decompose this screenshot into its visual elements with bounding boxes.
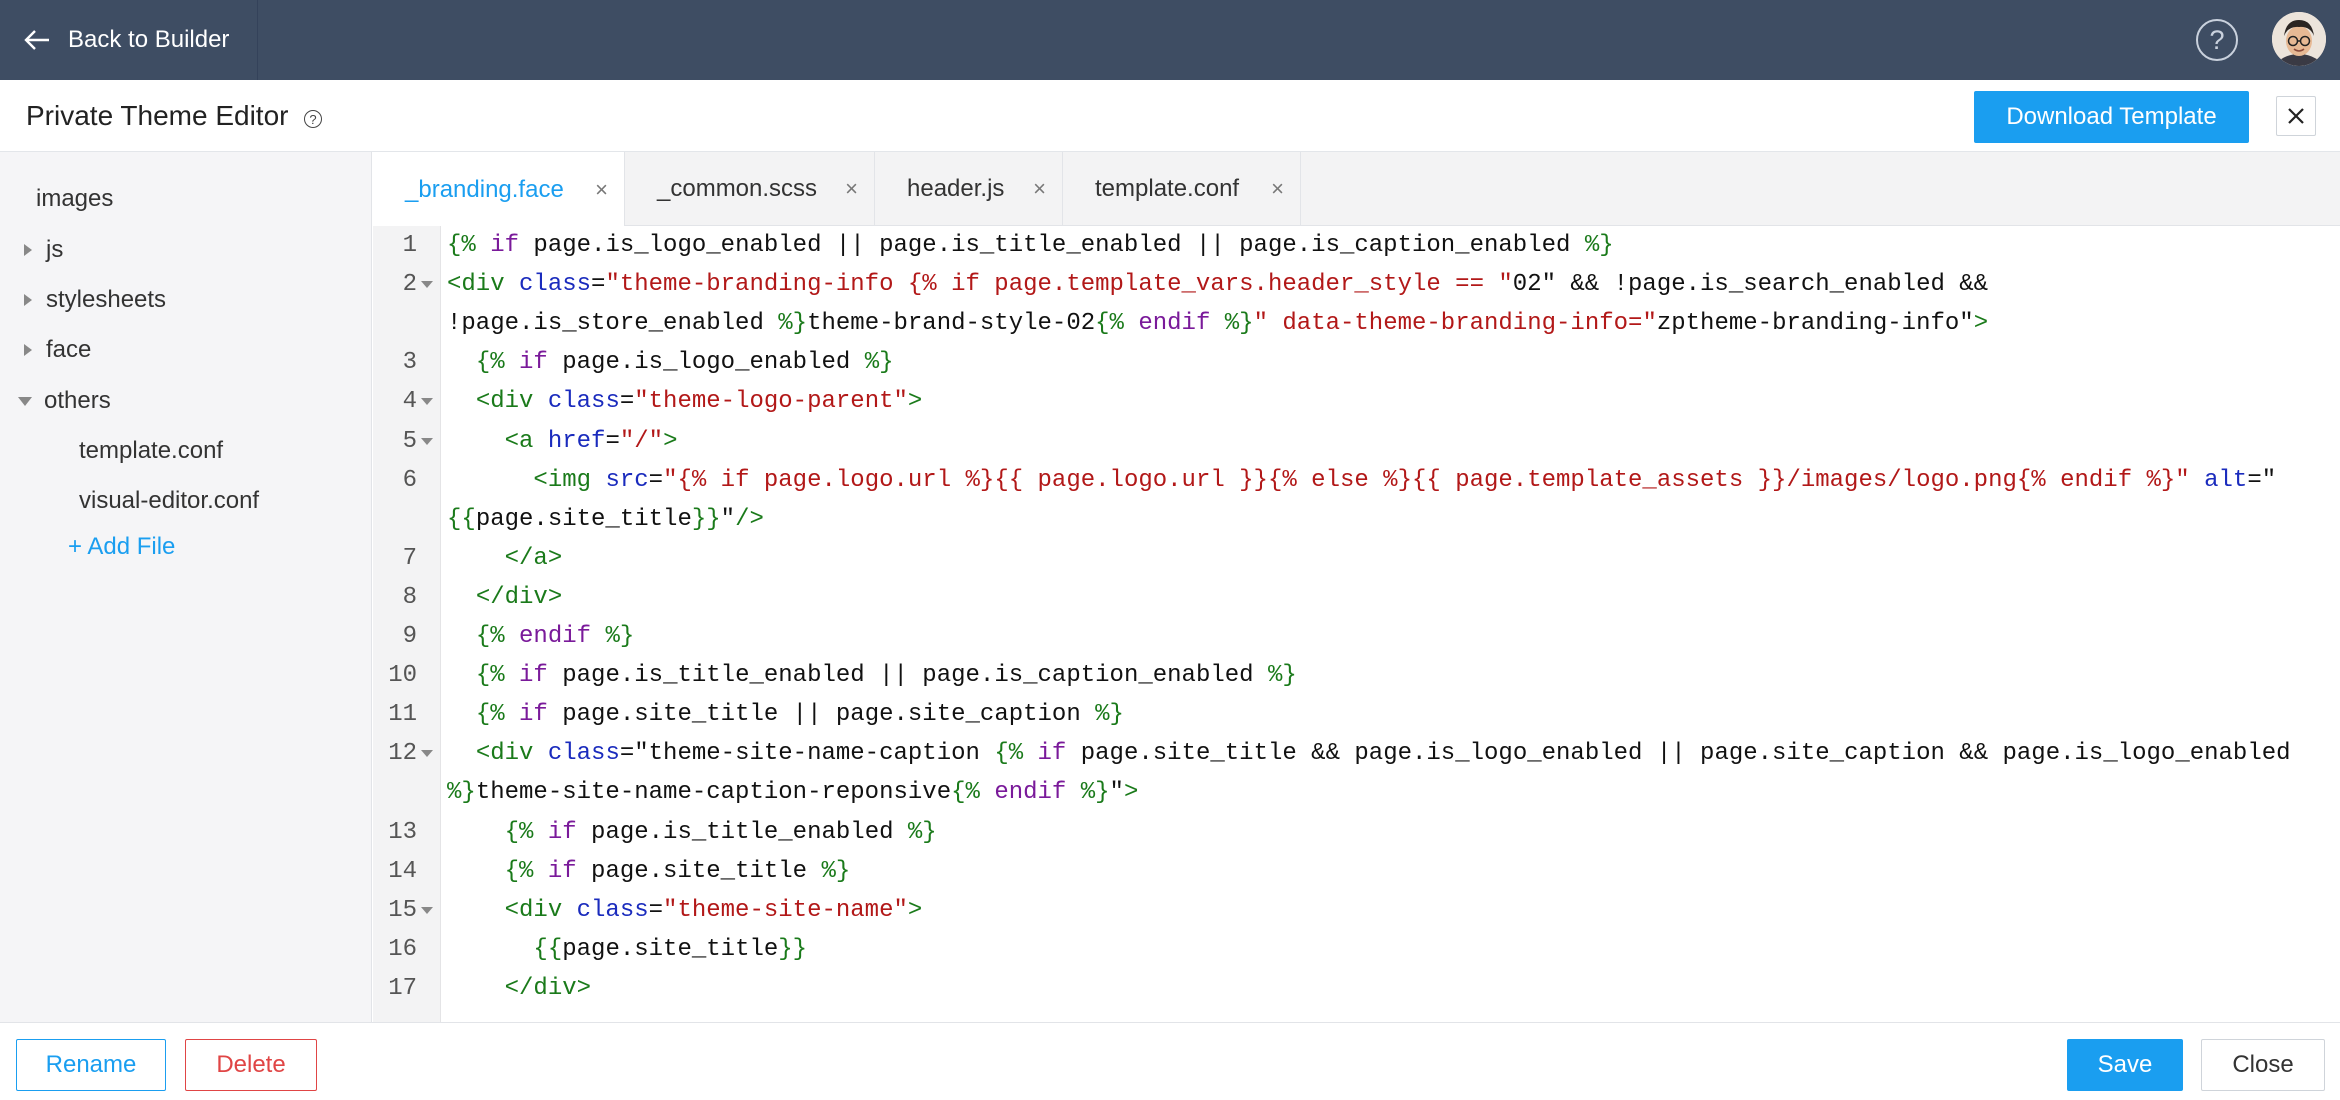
top-bar: Back to Builder ? (0, 0, 2340, 80)
tree-item-label: images (36, 185, 114, 212)
close-tab-icon[interactable]: × (845, 176, 858, 202)
line-number: 6 (402, 466, 417, 494)
fold-toggle-icon[interactable] (421, 750, 433, 758)
line-number: 17 (388, 974, 417, 1002)
code-text: <div class="theme-branding-info {% if pa… (447, 271, 1989, 299)
tab-header-js[interactable]: header.js × (875, 152, 1063, 226)
tab-label: _branding.face (405, 175, 564, 203)
fold-toggle-icon[interactable] (421, 398, 433, 406)
file-tree-sidebar: images js stylesheets face others templa… (0, 152, 372, 1022)
tree-folder-others[interactable]: others (18, 387, 111, 415)
back-to-builder-label: Back to Builder (68, 26, 230, 53)
line-number: 4 (402, 388, 417, 416)
line-number: 7 (402, 544, 417, 572)
editor-tabs: _branding.face × _common.scss × header.j… (373, 152, 2340, 227)
code-text: <a href="/"> (504, 427, 678, 455)
tree-file-visual-editor-conf[interactable]: visual-editor.conf (79, 487, 259, 515)
tree-item-label: visual-editor.conf (79, 487, 260, 514)
fold-toggle-icon[interactable] (421, 281, 433, 289)
line-number: 10 (388, 662, 417, 690)
code-text: {% if page.is_logo_enabled %} (475, 349, 894, 377)
code-text: </a> (504, 544, 563, 572)
caret-right-icon[interactable] (24, 294, 32, 306)
caret-right-icon[interactable] (24, 344, 32, 356)
line-number: 9 (402, 623, 417, 650)
line-number: 14 (388, 857, 417, 885)
code-text: {% if page.site_title || page.site_capti… (475, 701, 1124, 729)
code-editor[interactable]: 1 {% if page.is_logo_enabled || page.is_t… (373, 226, 2340, 1022)
tree-file-template-conf[interactable]: template.conf (79, 437, 223, 465)
code-text: {{page.site_title}}"/> (447, 505, 764, 533)
add-file-link[interactable]: + Add File (68, 533, 175, 561)
download-template-button[interactable]: Download Template (1974, 91, 2249, 143)
line-number: 2 (402, 271, 417, 299)
code-text: {{page.site_title}} (533, 935, 808, 963)
bottom-action-bar (0, 1022, 2340, 1100)
code-text: </div> (504, 974, 592, 1002)
line-number: 3 (402, 349, 417, 377)
save-button[interactable]: Save (2067, 1039, 2183, 1091)
tree-item-label: face (46, 336, 92, 363)
line-number: 1 (402, 232, 417, 259)
tree-item-label: template.conf (79, 437, 224, 464)
tree-folder-js[interactable]: js (24, 236, 63, 264)
code-text: <div class="theme-site-name-caption {% i… (475, 740, 2291, 768)
close-tab-icon[interactable]: × (1033, 176, 1046, 202)
tab-label: _common.scss (657, 175, 818, 202)
close-editor-icon[interactable] (2276, 96, 2316, 136)
fold-toggle-icon[interactable] (421, 437, 433, 445)
page-title: Private Theme Editor (26, 100, 289, 131)
fold-toggle-icon[interactable] (421, 906, 433, 914)
code-text: {% if page.is_title_enabled || page.is_c… (475, 662, 1297, 690)
tree-item-label: others (44, 387, 111, 414)
tab-branding-face[interactable]: _branding.face × (373, 152, 625, 227)
code-text: {% if page.is_logo_enabled || page.is_ti… (447, 232, 1614, 259)
line-number: 13 (388, 818, 417, 846)
code-text: {% if page.is_title_enabled %} (504, 818, 937, 846)
code-text: </div> (475, 583, 563, 611)
tree-item-label: js (46, 236, 64, 263)
tab-template-conf[interactable]: template.conf × (1063, 152, 1301, 226)
tab-label: template.conf (1095, 175, 1240, 202)
code-text: {% if page.site_title %} (504, 857, 851, 885)
user-avatar[interactable] (2272, 12, 2326, 66)
back-to-builder-button[interactable]: Back to Builder (0, 0, 258, 80)
line-number: 16 (388, 935, 417, 963)
code-text: <div class="theme-site-name"> (504, 896, 923, 924)
caret-down-icon[interactable] (18, 396, 32, 406)
delete-button[interactable]: Delete (185, 1039, 317, 1091)
tree-folder-stylesheets[interactable]: stylesheets (24, 286, 166, 314)
code-text: !page.is_store_enabled %}theme-brand-sty… (447, 310, 1989, 338)
code-text: {% endif %} (475, 623, 635, 650)
tree-folder-images[interactable]: images (36, 185, 113, 213)
line-number: 15 (388, 896, 417, 924)
code-text: %}theme-site-name-caption-reponsive{% en… (447, 779, 1139, 807)
arrow-left-icon (24, 30, 49, 50)
line-number: 12 (388, 740, 417, 768)
rename-button[interactable]: Rename (16, 1039, 166, 1091)
line-number: 5 (402, 427, 417, 455)
help-circle-icon[interactable]: ? (2196, 19, 2238, 61)
close-tab-icon[interactable]: × (1271, 176, 1284, 202)
caret-right-icon[interactable] (24, 244, 32, 256)
close-button[interactable]: Close (2201, 1039, 2325, 1091)
close-tab-icon[interactable]: × (595, 177, 608, 203)
tree-folder-face[interactable]: face (24, 336, 91, 364)
tab-common-scss[interactable]: _common.scss × (625, 152, 875, 226)
line-number: 8 (402, 583, 417, 611)
line-number: 11 (388, 701, 417, 729)
tree-item-label: stylesheets (46, 286, 167, 313)
code-text: <img src="{% if page.logo.url %}{{ page.… (533, 466, 2277, 494)
code-text: <div class="theme-logo-parent"> (475, 388, 923, 416)
tab-label: header.js (907, 175, 1005, 202)
info-icon[interactable]: ? (304, 110, 322, 128)
